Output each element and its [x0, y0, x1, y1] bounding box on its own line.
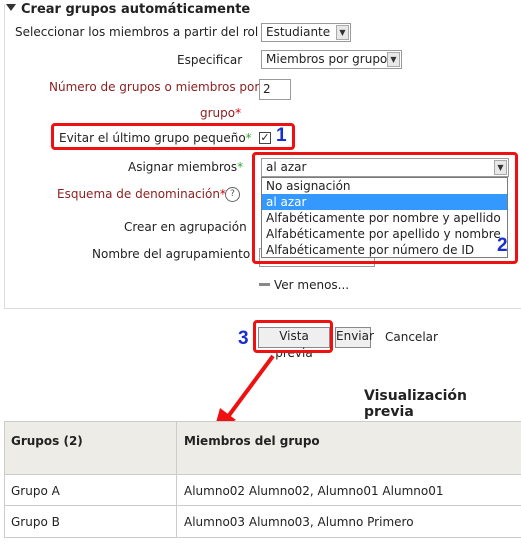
preview-table-header — [4, 422, 521, 474]
column-header-groups: Grupos (2) — [11, 434, 83, 448]
divider — [4, 537, 521, 538]
table-row-members: Alumno03 Alumno03, Alumno Primero — [184, 515, 414, 529]
divider — [4, 505, 521, 506]
column-header-members: Miembros del grupo — [184, 434, 320, 448]
table-row-group: Grupo A — [11, 484, 60, 498]
table-row-group: Grupo B — [11, 515, 60, 529]
divider — [4, 474, 521, 475]
preview-title: Visualización previa — [364, 388, 468, 420]
divider — [176, 421, 177, 538]
arrow-line — [225, 354, 275, 420]
table-row-members: Alumno02 Alumno02, Alumno01 Alumno01 — [184, 484, 444, 498]
divider — [4, 421, 5, 538]
divider — [4, 421, 521, 422]
